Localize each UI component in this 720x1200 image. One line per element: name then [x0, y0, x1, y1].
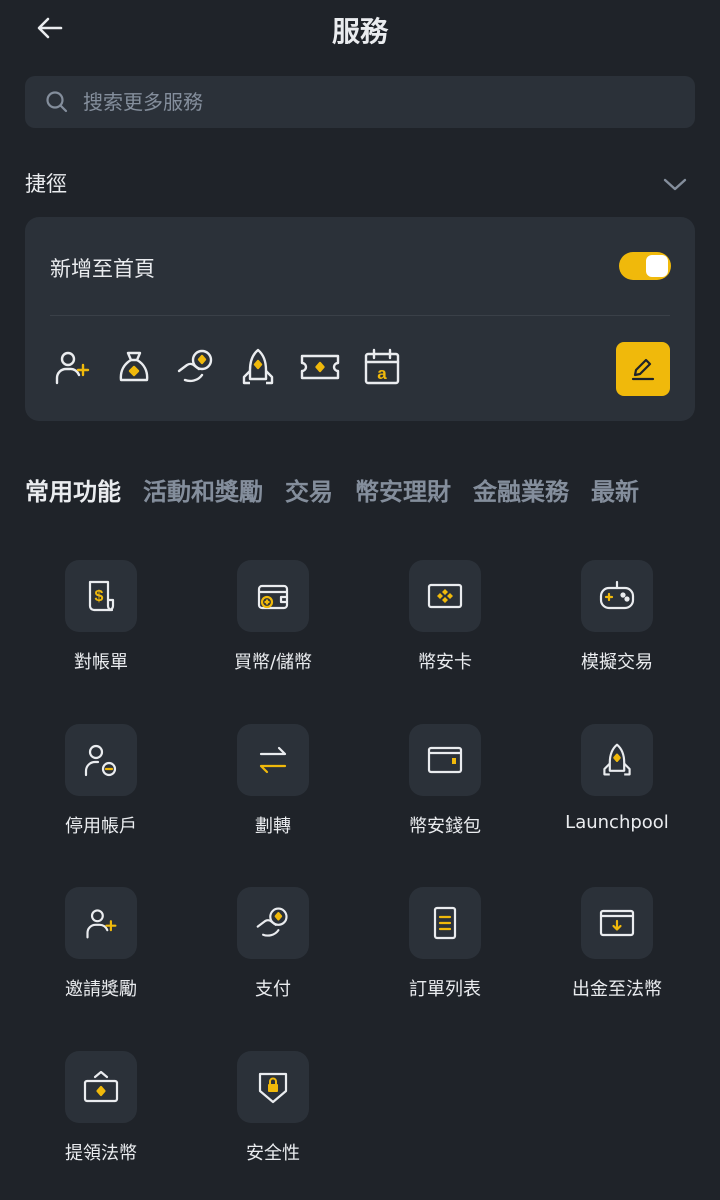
service-label: 模擬交易 [581, 652, 653, 673]
service-label: 對帳單 [74, 652, 128, 673]
edit-shortcuts-button[interactable] [616, 342, 670, 396]
service-wallet[interactable]: 幣安錢包 [359, 724, 531, 864]
service-withdraw-fiat[interactable]: 出金至法幣 [531, 887, 703, 1027]
fiat-withdraw-icon [65, 1051, 137, 1123]
chevron-down-icon[interactable] [661, 170, 689, 198]
service-label: Launchpool [565, 812, 669, 833]
service-label: 買幣/儲幣 [233, 652, 313, 673]
wallet-icon [409, 724, 481, 796]
service-statement[interactable]: $ 對帳單 [15, 560, 187, 700]
page-title: 服務 [331, 15, 388, 48]
pencil-icon [631, 358, 655, 381]
tab-finance[interactable]: 金融業務 [473, 472, 569, 507]
shortcut-title: 捷徑 [25, 172, 67, 196]
service-label: 出金至法幣 [572, 979, 662, 1000]
service-demo-trading[interactable]: 模擬交易 [531, 560, 703, 700]
tab-earn[interactable]: 幣安理財 [355, 472, 451, 507]
rocket-icon [581, 724, 653, 796]
rocket-icon[interactable] [236, 345, 280, 389]
divider [50, 315, 670, 316]
category-tabs: 常用功能 活動和獎勵 交易 幣安理財 金融業務 最新 [25, 472, 720, 512]
invite-icon[interactable] [50, 345, 94, 389]
shortcut-icons: a [50, 345, 422, 389]
service-order-list[interactable]: 訂單列表 [359, 887, 531, 1027]
tab-trade[interactable]: 交易 [285, 472, 333, 507]
service-invite[interactable]: 邀請獎勵 [15, 887, 187, 1027]
service-transfer[interactable]: 劃轉 [187, 724, 359, 864]
header: 服務 [0, 0, 720, 56]
pay-icon [237, 887, 309, 959]
money-bag-icon[interactable] [112, 345, 156, 389]
add-to-home-label: 新增至首頁 [50, 257, 155, 281]
invite-icon [65, 887, 137, 959]
service-disable-account[interactable]: 停用帳戶 [15, 724, 187, 864]
buy-crypto-icon [237, 560, 309, 632]
transfer-icon [237, 724, 309, 796]
shortcut-card: 新增至首頁 a [25, 217, 695, 421]
service-label: 支付 [255, 979, 291, 1000]
toggle-knob [646, 255, 668, 277]
ticket-icon[interactable] [298, 345, 342, 389]
service-fiat-withdraw[interactable]: 提領法幣 [15, 1051, 187, 1191]
security-icon [237, 1051, 309, 1123]
service-label: 安全性 [246, 1143, 300, 1164]
svg-text:$: $ [95, 588, 104, 605]
service-label: 提領法幣 [65, 1143, 137, 1164]
service-launchpool[interactable]: Launchpool [531, 724, 703, 864]
binance-card-icon [409, 560, 481, 632]
service-security[interactable]: 安全性 [187, 1051, 359, 1191]
service-binance-card[interactable]: 幣安卡 [359, 560, 531, 700]
tab-latest[interactable]: 最新 [591, 472, 639, 507]
service-label: 訂單列表 [409, 979, 481, 1000]
search-bar[interactable] [25, 76, 695, 128]
calendar-icon[interactable]: a [360, 345, 404, 389]
disable-account-icon [65, 724, 137, 796]
tab-common[interactable]: 常用功能 [25, 472, 121, 507]
service-label: 邀請獎勵 [65, 979, 137, 1000]
add-to-home-toggle[interactable] [619, 252, 671, 280]
service-label: 停用帳戶 [65, 816, 137, 837]
svg-text:a: a [377, 364, 387, 383]
service-label: 幣安卡 [418, 652, 472, 673]
search-input[interactable] [81, 89, 645, 115]
statement-icon: $ [65, 560, 137, 632]
service-label: 劃轉 [255, 816, 291, 837]
service-buy-crypto[interactable]: 買幣/儲幣 [187, 560, 359, 700]
gamepad-icon [581, 560, 653, 632]
tab-activities-rewards[interactable]: 活動和獎勵 [143, 472, 263, 507]
order-list-icon [409, 887, 481, 959]
search-icon [45, 90, 69, 114]
shortcut-section-header[interactable]: 捷徑 [25, 166, 695, 200]
service-pay[interactable]: 支付 [187, 887, 359, 1027]
service-label: 幣安錢包 [409, 816, 481, 837]
withdraw-icon [581, 887, 653, 959]
pay-icon[interactable] [174, 345, 218, 389]
